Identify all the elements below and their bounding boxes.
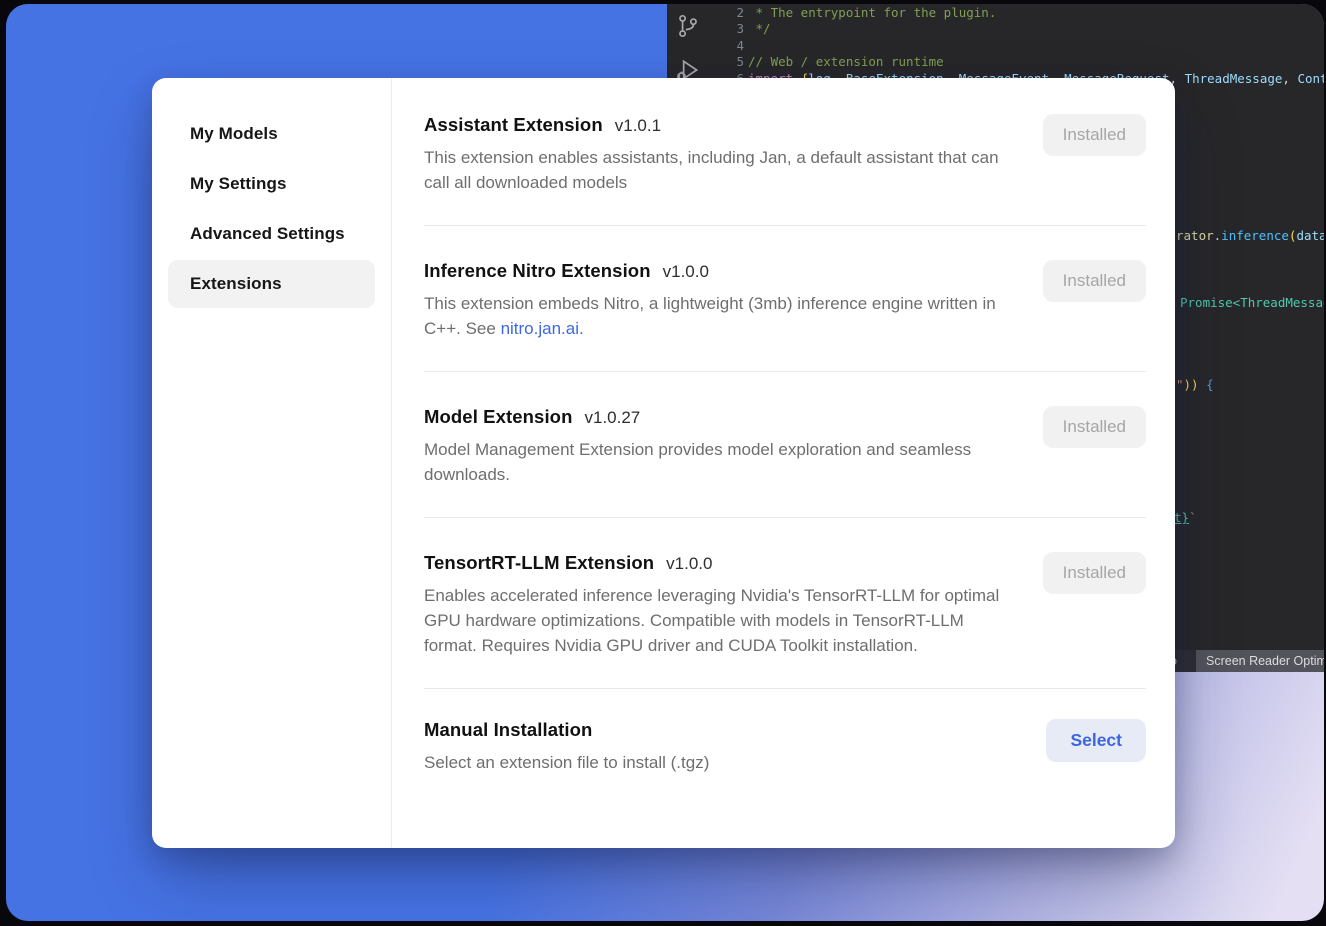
- installed-button[interactable]: Installed: [1043, 406, 1146, 448]
- code-fragment: Promise<ThreadMessage>: [1180, 295, 1324, 311]
- line-number: 5: [704, 54, 744, 70]
- line-number: 2: [704, 5, 744, 21]
- code-token: ThreadMessage: [1185, 71, 1283, 86]
- code-fragment: ")) {: [1176, 377, 1214, 393]
- extension-title: Manual Installation: [424, 719, 592, 741]
- settings-modal: My Models My Settings Advanced Settings Ext…: [152, 78, 1175, 848]
- sidebar-item-my-models[interactable]: My Models: [168, 110, 375, 158]
- extension-row: Model Extension v1.0.27 Model Management E…: [424, 372, 1146, 518]
- gradient-background: 2 * The entrypoint for the plugin.3 */45…: [6, 4, 1324, 921]
- code-lines: 2 * The entrypoint for the plugin.3 */45…: [667, 5, 1324, 87]
- sidebar-item-advanced-settings[interactable]: Advanced Settings: [168, 210, 375, 258]
- screen-reader-status-item[interactable]: Screen Reader Optimize: [1196, 650, 1324, 672]
- sidebar-item-label: My Settings: [190, 174, 287, 194]
- extension-description: Enables accelerated inference leveraging…: [424, 583, 1004, 658]
- code-token: {: [1206, 377, 1214, 392]
- code-token: */: [748, 21, 771, 36]
- extensions-list: Assistant Extension v1.0.1 This extension …: [392, 78, 1175, 848]
- code-token: )): [1184, 377, 1207, 392]
- line-number: 3: [704, 21, 744, 37]
- code-token: * The entrypoint for the plugin.: [748, 5, 996, 20]
- sidebar-item-extensions[interactable]: Extensions: [168, 260, 375, 308]
- nitro-link[interactable]: nitro.jan.ai.: [501, 319, 584, 338]
- code-token: inference: [1221, 228, 1289, 243]
- extension-description: This extension enables assistants, inclu…: [424, 145, 1004, 195]
- sidebar-item-label: Advanced Settings: [190, 224, 345, 244]
- code-token: // Web / extension runtime: [748, 54, 944, 69]
- extension-description-text: Select an extension file to install (.tg…: [424, 753, 709, 772]
- code-token: rator: [1176, 228, 1214, 243]
- screenshot-root: 2 * The entrypoint for the plugin.3 */45…: [0, 0, 1326, 926]
- extension-version: v1.0.0: [663, 262, 709, 282]
- code-fragment: t}`: [1174, 510, 1197, 526]
- extension-info: Model Extension v1.0.27 Model Management E…: [424, 406, 1023, 487]
- sidebar-item-label: My Models: [190, 124, 278, 144]
- extension-title: Assistant Extension: [424, 114, 603, 136]
- settings-sidebar: My Models My Settings Advanced Settings Ext…: [152, 78, 392, 848]
- extension-description: This extension embeds Nitro, a lightweig…: [424, 291, 1004, 341]
- extension-row: Inference Nitro Extension v1.0.0 This exte…: [424, 226, 1146, 372]
- extension-info: Inference Nitro Extension v1.0.0 This exte…: [424, 260, 1023, 341]
- extension-row: Assistant Extension v1.0.1 This extension …: [424, 78, 1146, 226]
- code-token: ,: [1282, 71, 1297, 86]
- line-number: 4: [704, 38, 744, 54]
- code-fragment: rator.inference(data));: [1176, 228, 1324, 244]
- extension-info: Manual Installation Select an extension f…: [424, 719, 1026, 775]
- code-token: data: [1296, 228, 1324, 243]
- sidebar-item-my-settings[interactable]: My Settings: [168, 160, 375, 208]
- code-line: 5 // Web / extension runtime: [667, 54, 1324, 70]
- extension-title: TensortRT-LLM Extension: [424, 552, 654, 574]
- extension-version: v1.0.0: [666, 554, 712, 574]
- code-token: t}: [1174, 510, 1189, 525]
- sidebar-item-label: Extensions: [190, 274, 282, 294]
- extension-info: Assistant Extension v1.0.1 This extension …: [424, 114, 1023, 195]
- installed-button[interactable]: Installed: [1043, 114, 1146, 156]
- select-button[interactable]: Select: [1046, 719, 1146, 762]
- extension-info: TensortRT-LLM Extension v1.0.0 Enables acc…: [424, 552, 1023, 658]
- extension-version: v1.0.27: [585, 408, 641, 428]
- extension-description-text: Enables accelerated inference leveraging…: [424, 586, 999, 655]
- code-line: 3 */: [667, 21, 1324, 37]
- extension-version: v1.0.1: [615, 116, 661, 136]
- code-token: Promise<ThreadMessage>: [1180, 295, 1324, 310]
- code-token: `: [1189, 510, 1197, 525]
- code-line: 2 * The entrypoint for the plugin.: [667, 5, 1324, 21]
- code-token: ContentType: [1297, 71, 1324, 86]
- extension-row: Manual Installation Select an extension f…: [424, 689, 1146, 797]
- extension-title: Model Extension: [424, 406, 573, 428]
- extension-description-text: Model Management Extension provides mode…: [424, 440, 971, 484]
- extension-description: Select an extension file to install (.tg…: [424, 750, 1004, 775]
- extension-row: TensortRT-LLM Extension v1.0.0 Enables acc…: [424, 518, 1146, 689]
- installed-button[interactable]: Installed: [1043, 260, 1146, 302]
- installed-button[interactable]: Installed: [1043, 552, 1146, 594]
- extension-description: Model Management Extension provides mode…: [424, 437, 1004, 487]
- extension-title: Inference Nitro Extension: [424, 260, 651, 282]
- code-line: 4: [667, 38, 1324, 54]
- code-token: ": [1176, 377, 1184, 392]
- extension-description-text: This extension enables assistants, inclu…: [424, 148, 999, 192]
